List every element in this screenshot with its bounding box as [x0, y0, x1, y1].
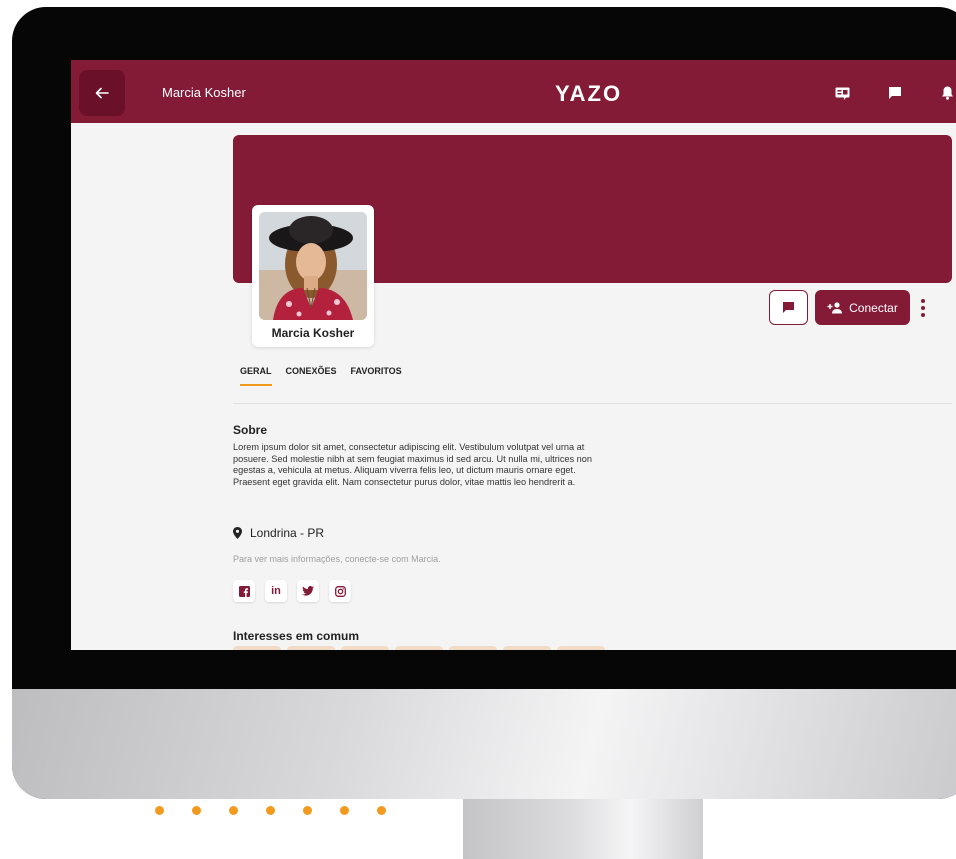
tabs-divider: [233, 403, 952, 404]
location-text: Londrina - PR: [250, 526, 325, 540]
location: Londrina - PR: [233, 526, 324, 540]
linkedin-icon[interactable]: in: [265, 580, 287, 602]
tab-geral[interactable]: GERAL: [240, 366, 272, 386]
chat-icon[interactable]: [886, 84, 904, 102]
feed-icon[interactable]: [833, 84, 851, 102]
connect-button-label: Conectar: [849, 300, 898, 315]
brand-logo[interactable]: YAZO: [555, 81, 622, 107]
social-links: in: [233, 580, 351, 602]
interest-tag[interactable]: [395, 646, 443, 650]
arrow-left-icon: [95, 87, 109, 99]
tab-favoritos[interactable]: FAVORITOS: [351, 366, 402, 386]
interest-tag[interactable]: [287, 646, 335, 650]
about-text: Lorem ipsum dolor sit amet, consectetur …: [233, 442, 592, 487]
monitor-frame: Marcia Kosher YAZO Marcia Kosher Conecta…: [12, 7, 956, 799]
add-person-icon: [827, 301, 843, 313]
bell-icon[interactable]: [938, 84, 956, 102]
profile-name: Marcia Kosher: [271, 326, 355, 340]
monitor-stand: [463, 799, 703, 859]
interest-tag[interactable]: [449, 646, 497, 650]
about-title: Sobre: [233, 423, 268, 437]
chat-icon: [783, 302, 794, 313]
interest-tag[interactable]: [233, 646, 281, 650]
more-options-icon[interactable]: [917, 296, 929, 320]
app-screen: Marcia Kosher YAZO Marcia Kosher Conecta…: [71, 60, 956, 650]
connect-hint: Para ver mais informações, conecte-se co…: [233, 554, 441, 564]
decorative-dots: [155, 806, 386, 815]
connect-button[interactable]: Conectar: [815, 290, 910, 325]
back-button[interactable]: [79, 70, 125, 116]
profile-photo: [259, 212, 367, 320]
interests-title: Interesses em comum: [233, 629, 360, 643]
map-pin-icon: [233, 527, 242, 539]
message-button[interactable]: [769, 290, 808, 325]
tab-conexoes[interactable]: CONEXÕES: [286, 366, 337, 386]
profile-tabs: GERAL CONEXÕES FAVORITOS: [240, 366, 402, 386]
instagram-icon[interactable]: [329, 580, 351, 602]
monitor-chin: [12, 689, 956, 799]
header-user-name: Marcia Kosher: [162, 85, 246, 100]
facebook-icon[interactable]: [233, 580, 255, 602]
interest-tag[interactable]: [557, 646, 605, 650]
top-bar: Marcia Kosher YAZO: [71, 60, 956, 123]
twitter-icon[interactable]: [297, 580, 319, 602]
interest-tags: [233, 646, 605, 650]
interest-tag[interactable]: [341, 646, 389, 650]
profile-card: Marcia Kosher: [252, 205, 374, 347]
interest-tag[interactable]: [503, 646, 551, 650]
